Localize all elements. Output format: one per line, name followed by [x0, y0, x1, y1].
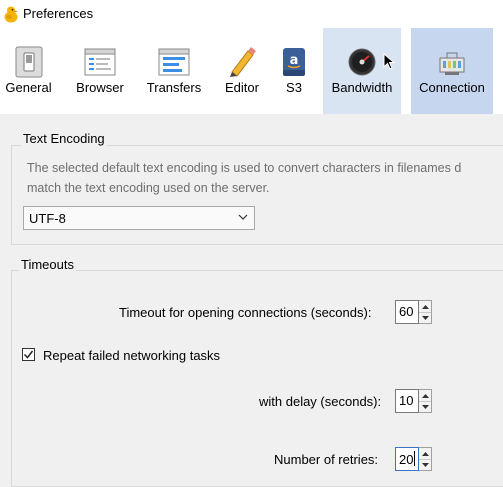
open-timeout-stepper[interactable]: 60 — [395, 300, 437, 324]
repeat-failed-label[interactable]: Repeat failed networking tasks — [43, 348, 220, 363]
preferences-toolbar: General Browser Transfers Editor a S3 Ba… — [0, 28, 503, 114]
browser-window-icon — [82, 46, 118, 78]
retries-value: 20 — [399, 452, 414, 467]
tab-general-label: General — [5, 80, 52, 95]
open-timeout-decrement[interactable] — [419, 312, 431, 323]
tab-s3[interactable]: a S3 — [277, 28, 311, 114]
duck-app-icon — [4, 6, 18, 23]
chevron-down-icon — [238, 214, 248, 220]
description-line-1: The selected default text encoding is us… — [27, 161, 462, 175]
repeat-failed-checkbox[interactable] — [22, 348, 35, 361]
amazon-s3-icon: a — [276, 46, 312, 78]
retries-label: Number of retries: — [274, 452, 379, 467]
tab-browser-label: Browser — [76, 80, 124, 95]
window-title: Preferences — [23, 6, 94, 21]
tab-transfers-label: Transfers — [146, 80, 202, 95]
network-card-icon — [434, 46, 470, 78]
retries-field[interactable]: 20 — [395, 447, 419, 471]
title-bar: Preferences — [0, 0, 503, 28]
delay-stepper[interactable]: 10 — [395, 389, 437, 413]
retries-decrement[interactable] — [419, 459, 431, 470]
tab-connection[interactable]: Connection — [411, 28, 493, 114]
tab-general[interactable]: General — [0, 28, 57, 114]
tab-s3-label: S3 — [286, 80, 302, 95]
retries-stepper[interactable]: 20 — [395, 447, 437, 471]
retries-buttons — [419, 447, 432, 471]
delay-decrement[interactable] — [419, 401, 431, 412]
arrow-up-icon — [421, 393, 429, 398]
open-timeout-field[interactable]: 60 — [395, 300, 419, 324]
delay-label: with delay (seconds): — [259, 394, 382, 409]
arrow-down-icon — [421, 404, 429, 409]
text-encoding-description: The selected default text encoding is us… — [27, 158, 503, 198]
mouse-cursor-icon — [383, 53, 395, 70]
general-switch-icon — [11, 46, 47, 78]
arrow-down-icon — [421, 462, 429, 467]
checkmark-icon — [23, 350, 34, 359]
text-caret — [414, 451, 416, 466]
tab-bandwidth[interactable]: Bandwidth — [323, 28, 401, 114]
text-encoding-select[interactable]: UTF-8 — [23, 206, 255, 230]
text-encoding-value: UTF-8 — [29, 211, 66, 226]
tab-editor[interactable]: Editor — [220, 28, 264, 114]
tab-transfers[interactable]: Transfers — [143, 28, 205, 114]
delay-buttons — [419, 389, 432, 413]
tab-editor-label: Editor — [225, 80, 259, 95]
transfers-window-icon — [156, 46, 192, 78]
tab-bandwidth-label: Bandwidth — [331, 80, 393, 95]
open-timeout-label: Timeout for opening connections (seconds… — [119, 305, 372, 320]
arrow-up-icon — [421, 304, 429, 309]
arrow-up-icon — [421, 451, 429, 456]
delay-field[interactable]: 10 — [395, 389, 419, 413]
arrow-down-icon — [421, 315, 429, 320]
tab-browser[interactable]: Browser — [70, 28, 130, 114]
tab-connection-label: Connection — [419, 80, 485, 95]
timeouts-title: Timeouts — [19, 257, 76, 272]
open-timeout-buttons — [419, 300, 432, 324]
speedometer-icon — [344, 46, 380, 78]
description-line-2: match the text encoding used on the serv… — [27, 181, 270, 195]
text-encoding-title: Text Encoding — [21, 131, 107, 146]
pencil-icon — [224, 46, 260, 78]
svg-text:a: a — [290, 53, 299, 68]
